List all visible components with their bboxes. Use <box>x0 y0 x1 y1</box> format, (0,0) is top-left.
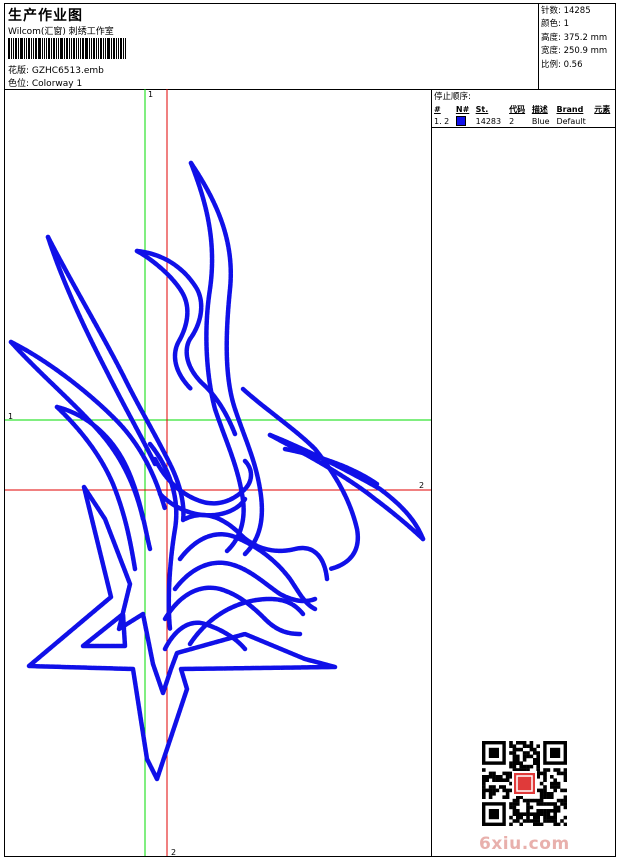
thread-color-swatch <box>455 116 466 126</box>
row-index: 1. 2 <box>432 115 454 128</box>
header: 生产作业图 Wilcom(汇窗) 刺绣工作室 花版: GZHC6513.emb … <box>5 4 615 90</box>
stop-sequence-table: # N# St. 代码 描述 Brand 元素 1. 2 14283 2 Blu… <box>432 103 615 128</box>
col-header-brand: Brand <box>556 104 584 114</box>
stop-sequence-header-row: # N# St. 代码 描述 Brand 元素 <box>432 103 615 115</box>
embroidery-stitches <box>8 160 426 782</box>
design-height: 高度: 375.2 mm <box>541 32 608 43</box>
stop-sequence-title: 停止顺序: <box>434 92 471 102</box>
col-header-needle: N# <box>455 104 470 114</box>
stitch-flame-1 <box>188 160 265 557</box>
stop-sequence-panel: 停止顺序: # N# St. 代码 描述 Brand 元素 1. 2 14283… <box>431 89 615 856</box>
col-header-description: 描述 <box>531 104 548 114</box>
design-scale: 比例: 0.56 <box>541 59 583 70</box>
col-header-stitches: St. <box>475 104 489 114</box>
studio-name: Wilcom(汇窗) 刺绣工作室 <box>8 27 114 37</box>
design-preview: 1 1 2 2 <box>5 89 431 857</box>
row-code: 2 <box>507 115 530 128</box>
watermark: 6xiu.com <box>479 834 570 854</box>
design-stats: 针数: 14285 颜色: 1 高度: 375.2 mm 宽度: 250.9 m… <box>538 4 615 89</box>
stitch-count: 针数: 14285 <box>541 6 591 16</box>
color-count: 颜色: 1 <box>541 19 569 30</box>
design-file: 花版: GZHC6513.emb <box>8 66 104 76</box>
stitch-flame-2 <box>134 248 238 437</box>
stitch-flame-1b <box>188 160 246 554</box>
qr-code-image <box>482 741 568 827</box>
production-worksheet: 生产作业图 Wilcom(汇窗) 刺绣工作室 花版: GZHC6513.emb … <box>4 3 616 857</box>
col-header-element: 元素 <box>594 104 611 114</box>
stitch-wave-7 <box>187 596 306 647</box>
page-title: 生产作业图 <box>8 8 83 24</box>
col-header-index: # <box>434 104 441 114</box>
row-brand: Default <box>554 115 593 128</box>
table-row: 1. 2 14283 2 Blue Default <box>432 115 615 128</box>
row-stitches: 14283 <box>473 115 508 128</box>
design-width: 宽度: 250.9 mm <box>541 46 608 57</box>
row-description: Blue <box>529 115 555 128</box>
barcode <box>8 38 154 59</box>
colorway: 色位: Colorway 1 <box>8 79 83 89</box>
guide-label-top: 1 <box>148 90 153 99</box>
qr-code <box>482 741 568 827</box>
guide-label-left: 1 <box>8 412 13 421</box>
embroidery-preview: 1 1 2 2 <box>5 89 431 857</box>
col-header-code: 代码 <box>509 104 526 114</box>
guide-label-bottom: 2 <box>171 848 176 856</box>
guide-label-right: 2 <box>419 481 424 490</box>
